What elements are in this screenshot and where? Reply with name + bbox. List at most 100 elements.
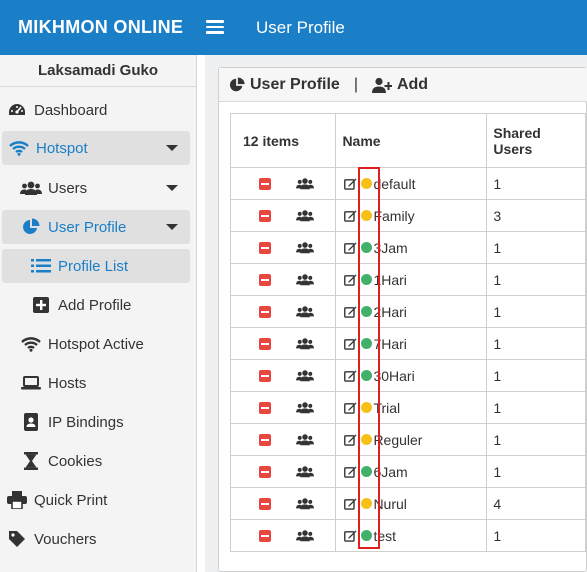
edit-icon[interactable] <box>344 401 357 414</box>
edit-icon[interactable] <box>344 433 357 446</box>
remove-icon[interactable] <box>259 401 271 414</box>
sidebar-item-label: IP Bindings <box>48 413 124 431</box>
edit-icon[interactable] <box>344 529 357 542</box>
pie-chart-icon <box>20 218 42 236</box>
users-icon[interactable] <box>296 337 314 350</box>
users-icon[interactable] <box>296 209 314 222</box>
row-name-cell: 30Hari <box>335 359 488 392</box>
chevron-down-icon <box>166 185 178 191</box>
item-count: 12 items <box>229 113 337 168</box>
users-icon[interactable] <box>296 177 314 190</box>
profile-name[interactable]: Family <box>373 208 414 224</box>
remove-icon[interactable] <box>259 465 271 478</box>
table-row: 7Hari 1 <box>229 327 586 360</box>
users-icon[interactable] <box>296 465 314 478</box>
table-row: 2Hari 1 <box>229 295 586 328</box>
sidebar-item-quick-print[interactable]: Quick Print <box>6 483 190 517</box>
sidebar-item-vouchers[interactable]: Vouchers <box>6 522 190 556</box>
remove-icon[interactable] <box>259 241 271 254</box>
edit-icon[interactable] <box>344 177 357 190</box>
laptop-icon <box>20 376 42 390</box>
profile-name[interactable]: 30Hari <box>373 368 414 384</box>
status-dot-icon <box>361 274 373 285</box>
profile-name[interactable]: test <box>373 528 396 544</box>
main-content: User Profile | Add 12 items Name Shared … <box>205 55 587 572</box>
profile-name[interactable]: Nurul <box>373 496 406 512</box>
users-icon[interactable] <box>296 433 314 446</box>
sidebar-item-ip-bindings[interactable]: IP Bindings <box>20 405 190 439</box>
edit-icon[interactable] <box>344 241 357 254</box>
card-header: User Profile | Add <box>219 68 587 102</box>
tag-icon <box>6 530 28 548</box>
users-icon[interactable] <box>296 529 314 542</box>
row-shared-users: 1 <box>486 423 586 456</box>
sidebar-item-user-profile[interactable]: User Profile <box>2 210 190 244</box>
edit-icon[interactable] <box>344 369 357 382</box>
row-actions-cell <box>229 359 337 392</box>
profile-name[interactable]: 2Hari <box>373 304 406 320</box>
profile-name[interactable]: 7Hari <box>373 336 406 352</box>
remove-icon[interactable] <box>259 337 271 350</box>
sidebar-item-users[interactable]: Users <box>20 171 190 205</box>
edit-icon[interactable] <box>344 465 357 478</box>
sidebar-item-label: Quick Print <box>34 491 108 509</box>
row-name-cell: Trial <box>335 391 488 424</box>
profile-name[interactable]: default <box>373 176 415 192</box>
users-icon[interactable] <box>296 305 314 318</box>
sidebar-item-hotspot-active[interactable]: Hotspot Active <box>20 327 190 361</box>
profile-name[interactable]: Trial <box>373 400 400 416</box>
sidebar-item-hosts[interactable]: Hosts <box>20 366 190 400</box>
remove-icon[interactable] <box>259 305 271 318</box>
edit-icon[interactable] <box>344 497 357 510</box>
users-icon[interactable] <box>296 369 314 382</box>
status-dot-icon <box>361 338 373 349</box>
column-header-shared-users[interactable]: Shared Users <box>486 113 586 168</box>
chevron-down-icon <box>166 224 178 230</box>
column-header-name[interactable]: Name <box>335 113 488 168</box>
edit-icon[interactable] <box>344 209 357 222</box>
edit-icon[interactable] <box>344 337 357 350</box>
sidebar-item-label: Cookies <box>48 452 103 470</box>
users-icon[interactable] <box>296 241 314 254</box>
sidebar-item-cookies[interactable]: Cookies <box>20 444 190 478</box>
row-actions-cell <box>229 263 337 296</box>
status-dot-icon <box>361 242 373 253</box>
sidebar-item-label: Add Profile <box>58 296 132 314</box>
remove-icon[interactable] <box>259 529 271 542</box>
plus-square-icon <box>30 297 52 313</box>
remove-icon[interactable] <box>259 209 271 222</box>
remove-icon[interactable] <box>259 273 271 286</box>
row-shared-users: 1 <box>486 359 586 392</box>
menu-toggle-icon[interactable] <box>206 17 224 37</box>
row-shared-users: 1 <box>486 455 586 488</box>
sidebar-item-dashboard[interactable]: Dashboard <box>6 93 190 127</box>
users-icon[interactable] <box>296 273 314 286</box>
row-shared-users: 1 <box>486 231 586 264</box>
status-dot-icon <box>361 530 373 541</box>
sidebar-item-profile-list[interactable]: Profile List <box>2 249 190 283</box>
brand-logo[interactable]: MIKHMON ONLINE <box>18 17 183 38</box>
remove-icon[interactable] <box>259 177 271 190</box>
sidebar-item-add-profile[interactable]: Add Profile <box>30 288 190 322</box>
remove-icon[interactable] <box>259 433 271 446</box>
profile-name[interactable]: 6Jam <box>373 464 407 480</box>
remove-icon[interactable] <box>259 497 271 510</box>
edit-icon[interactable] <box>344 273 357 286</box>
profile-name[interactable]: Reguler <box>373 432 422 448</box>
row-name-cell: Nurul <box>335 487 488 520</box>
table-row: 6Jam 1 <box>229 455 586 488</box>
profile-name[interactable]: 1Hari <box>373 272 406 288</box>
top-bar: MIKHMON ONLINE User Profile <box>0 0 587 55</box>
add-button-label: Add <box>396 75 429 93</box>
row-name-cell: 2Hari <box>335 295 488 328</box>
edit-icon[interactable] <box>344 305 357 318</box>
status-dot-icon <box>361 434 373 445</box>
profile-name[interactable]: 3Jam <box>373 240 407 256</box>
remove-icon[interactable] <box>259 369 271 382</box>
add-profile-button[interactable]: Add <box>371 75 429 94</box>
row-name-cell: Family <box>335 199 488 232</box>
users-icon[interactable] <box>296 497 314 510</box>
sidebar-item-hotspot[interactable]: Hotspot <box>2 131 190 165</box>
table-row: 30Hari 1 <box>229 359 586 392</box>
users-icon[interactable] <box>296 401 314 414</box>
